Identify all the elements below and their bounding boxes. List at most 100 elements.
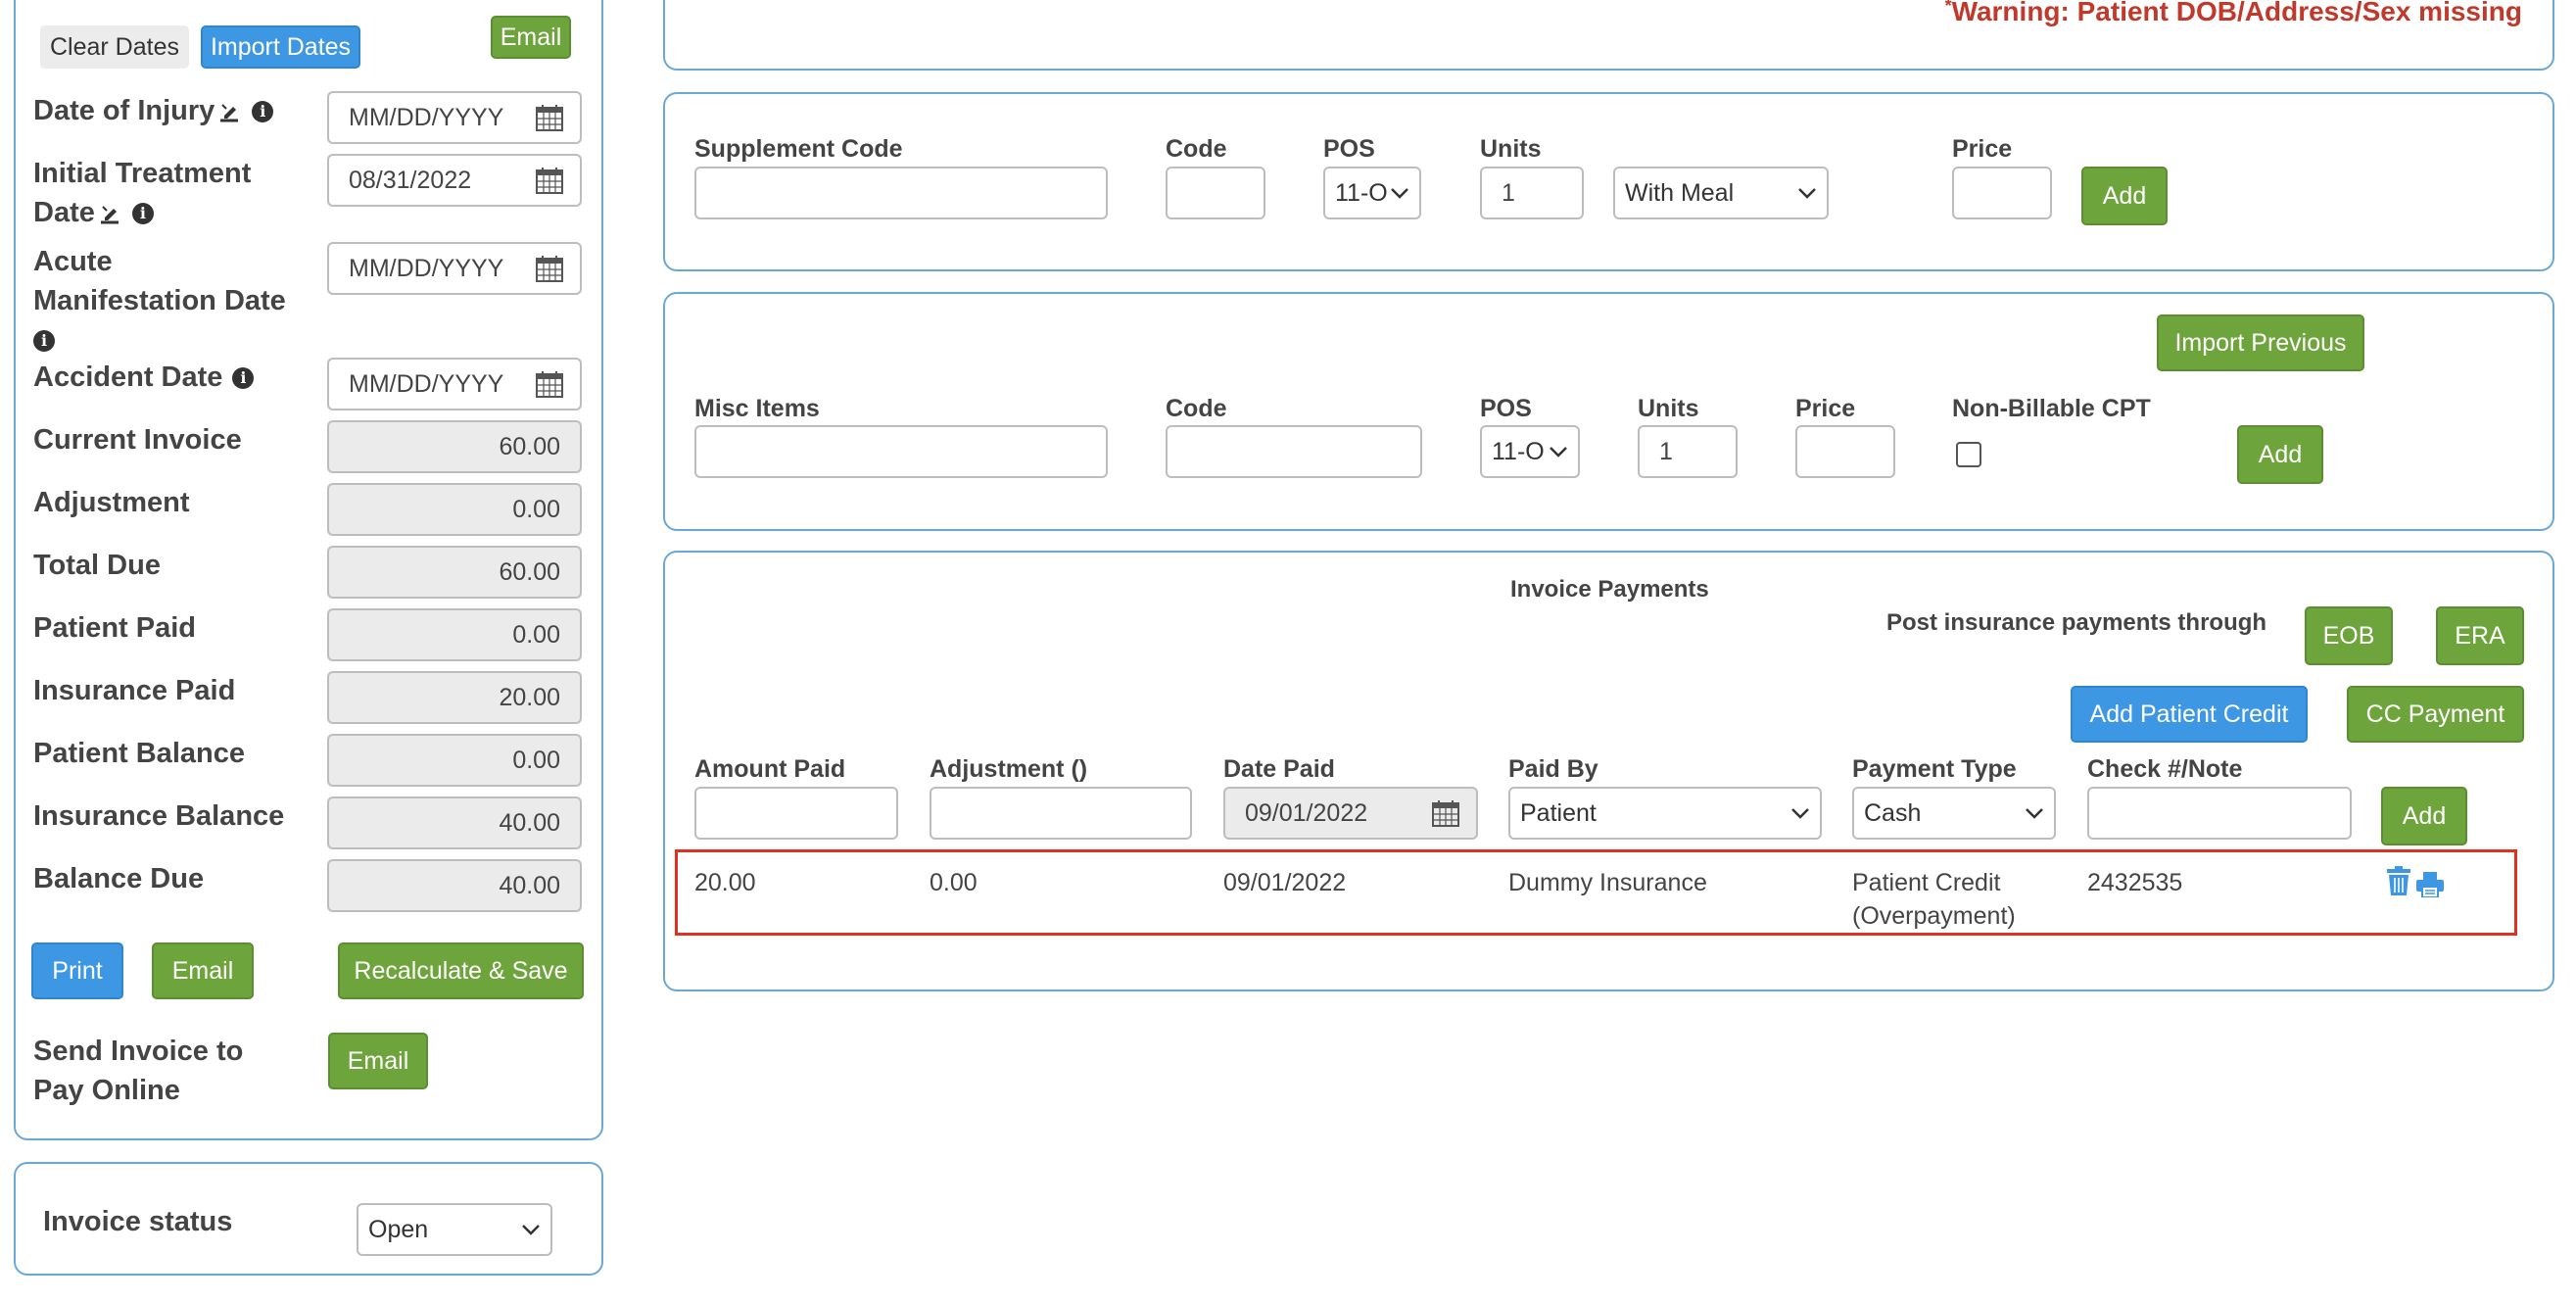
initial-treatment-label: Initial Treatment Date i [33, 158, 252, 228]
info-icon[interactable]: i [232, 367, 255, 390]
chevron-down-icon [1798, 188, 1816, 199]
recalculate-save-button[interactable]: Recalculate & Save [338, 942, 584, 999]
accident-date-label: Accident Date i [33, 358, 255, 397]
row-paid-by: Dummy Insurance [1508, 869, 1707, 896]
calendar-icon[interactable] [535, 369, 564, 399]
chevron-down-icon [1791, 808, 1809, 819]
supplement-add-button[interactable]: Add [2081, 167, 2168, 225]
row-note: 2432535 [2087, 869, 2183, 896]
acute-manifestation-label: Acute Manifestation Date i [33, 246, 286, 353]
supplement-code-input[interactable] [694, 167, 1108, 219]
cc-payment-button[interactable]: CC Payment [2347, 686, 2524, 743]
info-icon[interactable]: i [131, 203, 154, 225]
clear-dates-button[interactable]: Clear Dates [40, 25, 189, 69]
adjustment-header: Adjustment () [930, 755, 1088, 783]
calendar-icon[interactable] [535, 166, 564, 195]
date-paid-input[interactable]: 09/01/2022 [1223, 787, 1478, 840]
non-billable-cpt-checkbox[interactable] [1956, 442, 1981, 467]
supplement-pos-label: POS [1323, 135, 1375, 163]
insurance-balance-label: Insurance Balance [33, 800, 285, 832]
email-top-button[interactable]: Email [491, 16, 571, 59]
adjustment-input[interactable] [930, 787, 1192, 840]
payment-type-header: Payment Type [1852, 755, 2017, 783]
balance-due-value: 40.00 [327, 859, 582, 912]
supplement-pos-select[interactable]: 11-O [1323, 167, 1421, 219]
calendar-icon[interactable] [1431, 798, 1460, 828]
misc-price-input[interactable] [1795, 425, 1895, 478]
date-of-injury-input[interactable]: MM/DD/YYYY [327, 91, 582, 144]
misc-units-input[interactable]: 1 [1638, 425, 1738, 478]
initial-treatment-input[interactable]: 08/31/2022 [327, 154, 582, 207]
post-insurance-label: Post insurance payments through [1886, 609, 2267, 636]
current-invoice-label: Current Invoice [33, 424, 242, 456]
calendar-icon[interactable] [535, 254, 564, 283]
paid-by-header: Paid By [1508, 755, 1598, 783]
amount-paid-input[interactable] [694, 787, 898, 840]
supplement-units-input[interactable]: 1 [1480, 167, 1584, 219]
amount-paid-header: Amount Paid [694, 755, 846, 783]
invoice-payments-title: Invoice Payments [1510, 576, 1709, 603]
send-invoice-label: Send Invoice to Pay Online [33, 1036, 244, 1106]
supplement-code2-label: Code [1166, 135, 1227, 163]
info-icon[interactable]: i [252, 101, 274, 123]
balance-due-label: Balance Due [33, 863, 205, 894]
misc-items-input[interactable] [694, 425, 1108, 478]
adjustment-label: Adjustment [33, 487, 190, 518]
supplement-code2-input[interactable] [1166, 167, 1265, 219]
misc-units-label: Units [1638, 395, 1699, 422]
import-previous-button[interactable]: Import Previous [2157, 314, 2364, 371]
patient-paid-label: Patient Paid [33, 612, 196, 644]
chevron-down-icon [1390, 186, 1409, 200]
row-date: 09/01/2022 [1223, 869, 1347, 896]
chevron-down-icon [522, 1225, 540, 1235]
non-billable-cpt-label: Non-Billable CPT [1952, 395, 2151, 422]
import-dates-button[interactable]: Import Dates [201, 25, 360, 69]
misc-price-label: Price [1795, 395, 1856, 422]
adjustment-value: 0.00 [327, 483, 582, 536]
print-icon[interactable] [2416, 872, 2444, 897]
insurance-paid-label: Insurance Paid [33, 675, 236, 706]
info-icon[interactable]: i [33, 330, 55, 353]
insurance-balance-value: 40.00 [327, 796, 582, 849]
print-button[interactable]: Print [31, 942, 123, 999]
patient-balance-label: Patient Balance [33, 738, 245, 769]
signature-icon [100, 206, 119, 224]
misc-code-label: Code [1166, 395, 1227, 422]
eob-button[interactable]: EOB [2305, 606, 2393, 665]
row-amount: 20.00 [694, 869, 756, 896]
misc-add-button[interactable]: Add [2237, 425, 2323, 484]
accident-date-input[interactable]: MM/DD/YYYY [327, 358, 582, 410]
patient-paid-value: 0.00 [327, 608, 582, 661]
total-due-label: Total Due [33, 550, 161, 581]
signature-icon [220, 104, 239, 122]
misc-pos-select[interactable]: 11-O [1480, 425, 1580, 478]
misc-code-input[interactable] [1166, 425, 1422, 478]
payment-type-select[interactable]: Cash [1852, 787, 2056, 840]
total-due-value: 60.00 [327, 546, 582, 599]
meal-select[interactable]: With Meal [1613, 167, 1829, 219]
misc-items-label: Misc Items [694, 395, 820, 422]
supplement-code-label: Supplement Code [694, 135, 903, 163]
supplement-price-input[interactable] [1952, 167, 2052, 219]
check-note-input[interactable] [2087, 787, 2352, 840]
check-note-header: Check #/Note [2087, 755, 2243, 783]
insurance-paid-value: 20.00 [327, 671, 582, 724]
payment-add-button[interactable]: Add [2381, 787, 2467, 845]
current-invoice-value: 60.00 [327, 420, 582, 473]
row-adjustment: 0.00 [930, 869, 978, 896]
warning-text: *Warning: Patient DOB/Address/Sex missin… [1944, 0, 2522, 26]
misc-pos-label: POS [1480, 395, 1532, 422]
trash-icon[interactable] [2386, 866, 2411, 895]
chevron-down-icon [1549, 445, 1568, 458]
supplement-units-label: Units [1480, 135, 1542, 163]
chevron-down-icon [2026, 808, 2043, 819]
acute-manifestation-input[interactable]: MM/DD/YYYY [327, 242, 582, 295]
send-invoice-email-button[interactable]: Email [328, 1033, 428, 1089]
invoice-status-select[interactable]: Open [357, 1203, 552, 1256]
email-button[interactable]: Email [152, 942, 254, 999]
date-of-injury-label: Date of Injury i [33, 91, 274, 130]
add-patient-credit-button[interactable]: Add Patient Credit [2071, 686, 2308, 743]
era-button[interactable]: ERA [2436, 606, 2524, 665]
calendar-icon[interactable] [535, 103, 564, 132]
paid-by-select[interactable]: Patient [1508, 787, 1822, 840]
